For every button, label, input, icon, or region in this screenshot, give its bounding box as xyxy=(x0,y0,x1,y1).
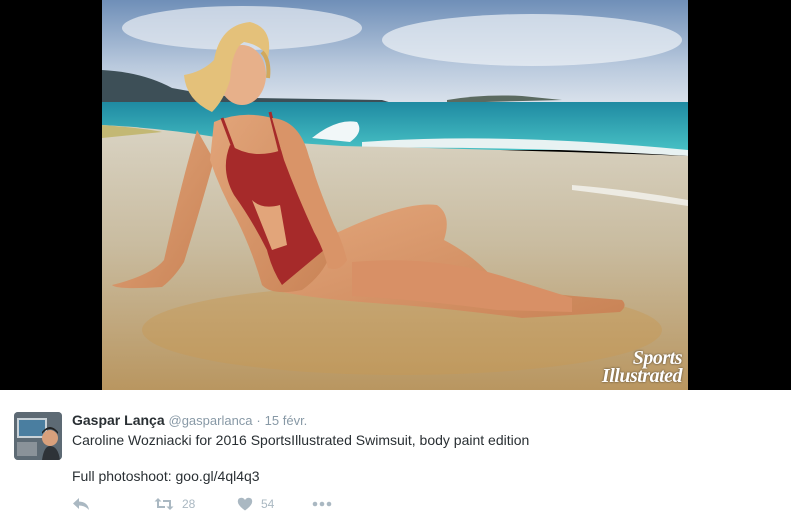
reply-arrow-icon xyxy=(73,498,89,510)
tweet-card: Gaspar Lança @gasparlanca · 15 févr. Car… xyxy=(0,390,791,525)
sports-illustrated-watermark: Sports Illustrated xyxy=(601,348,683,387)
tweet-text-line-2[interactable]: Full photoshoot: goo.gl/4ql4q3 xyxy=(72,467,772,486)
author-name[interactable]: Gaspar Lança xyxy=(72,412,165,428)
like-button[interactable]: 54 xyxy=(237,497,312,511)
tweet-timestamp[interactable]: 15 févr. xyxy=(265,413,308,428)
author-handle[interactable]: @gasparlanca xyxy=(169,413,253,428)
more-dots-icon xyxy=(312,501,332,507)
like-count: 54 xyxy=(261,497,275,511)
retweet-icon xyxy=(154,498,174,510)
tweet-text: Caroline Wozniacki for 2016 SportsIllust… xyxy=(72,431,772,486)
tweet-text-line-1: Caroline Wozniacki for 2016 SportsIllust… xyxy=(72,432,530,448)
separator-dot: · xyxy=(256,413,261,428)
avatar[interactable] xyxy=(14,412,62,460)
tweet-photo[interactable]: Sports Illustrated xyxy=(102,0,688,390)
retweet-button[interactable]: 28 xyxy=(154,497,237,511)
retweet-count: 28 xyxy=(182,497,196,511)
reply-button[interactable] xyxy=(72,497,154,511)
beach-photo-image xyxy=(102,0,688,390)
watermark-line-2: Illustrated xyxy=(601,365,683,387)
heart-icon xyxy=(237,497,253,511)
tweet-media[interactable]: Sports Illustrated xyxy=(0,0,791,390)
tweet-header: Gaspar Lança @gasparlanca · 15 févr. xyxy=(72,412,307,428)
avatar-image xyxy=(14,412,62,460)
tweet-actions: 28 54 xyxy=(72,494,332,514)
more-button[interactable] xyxy=(312,501,332,507)
